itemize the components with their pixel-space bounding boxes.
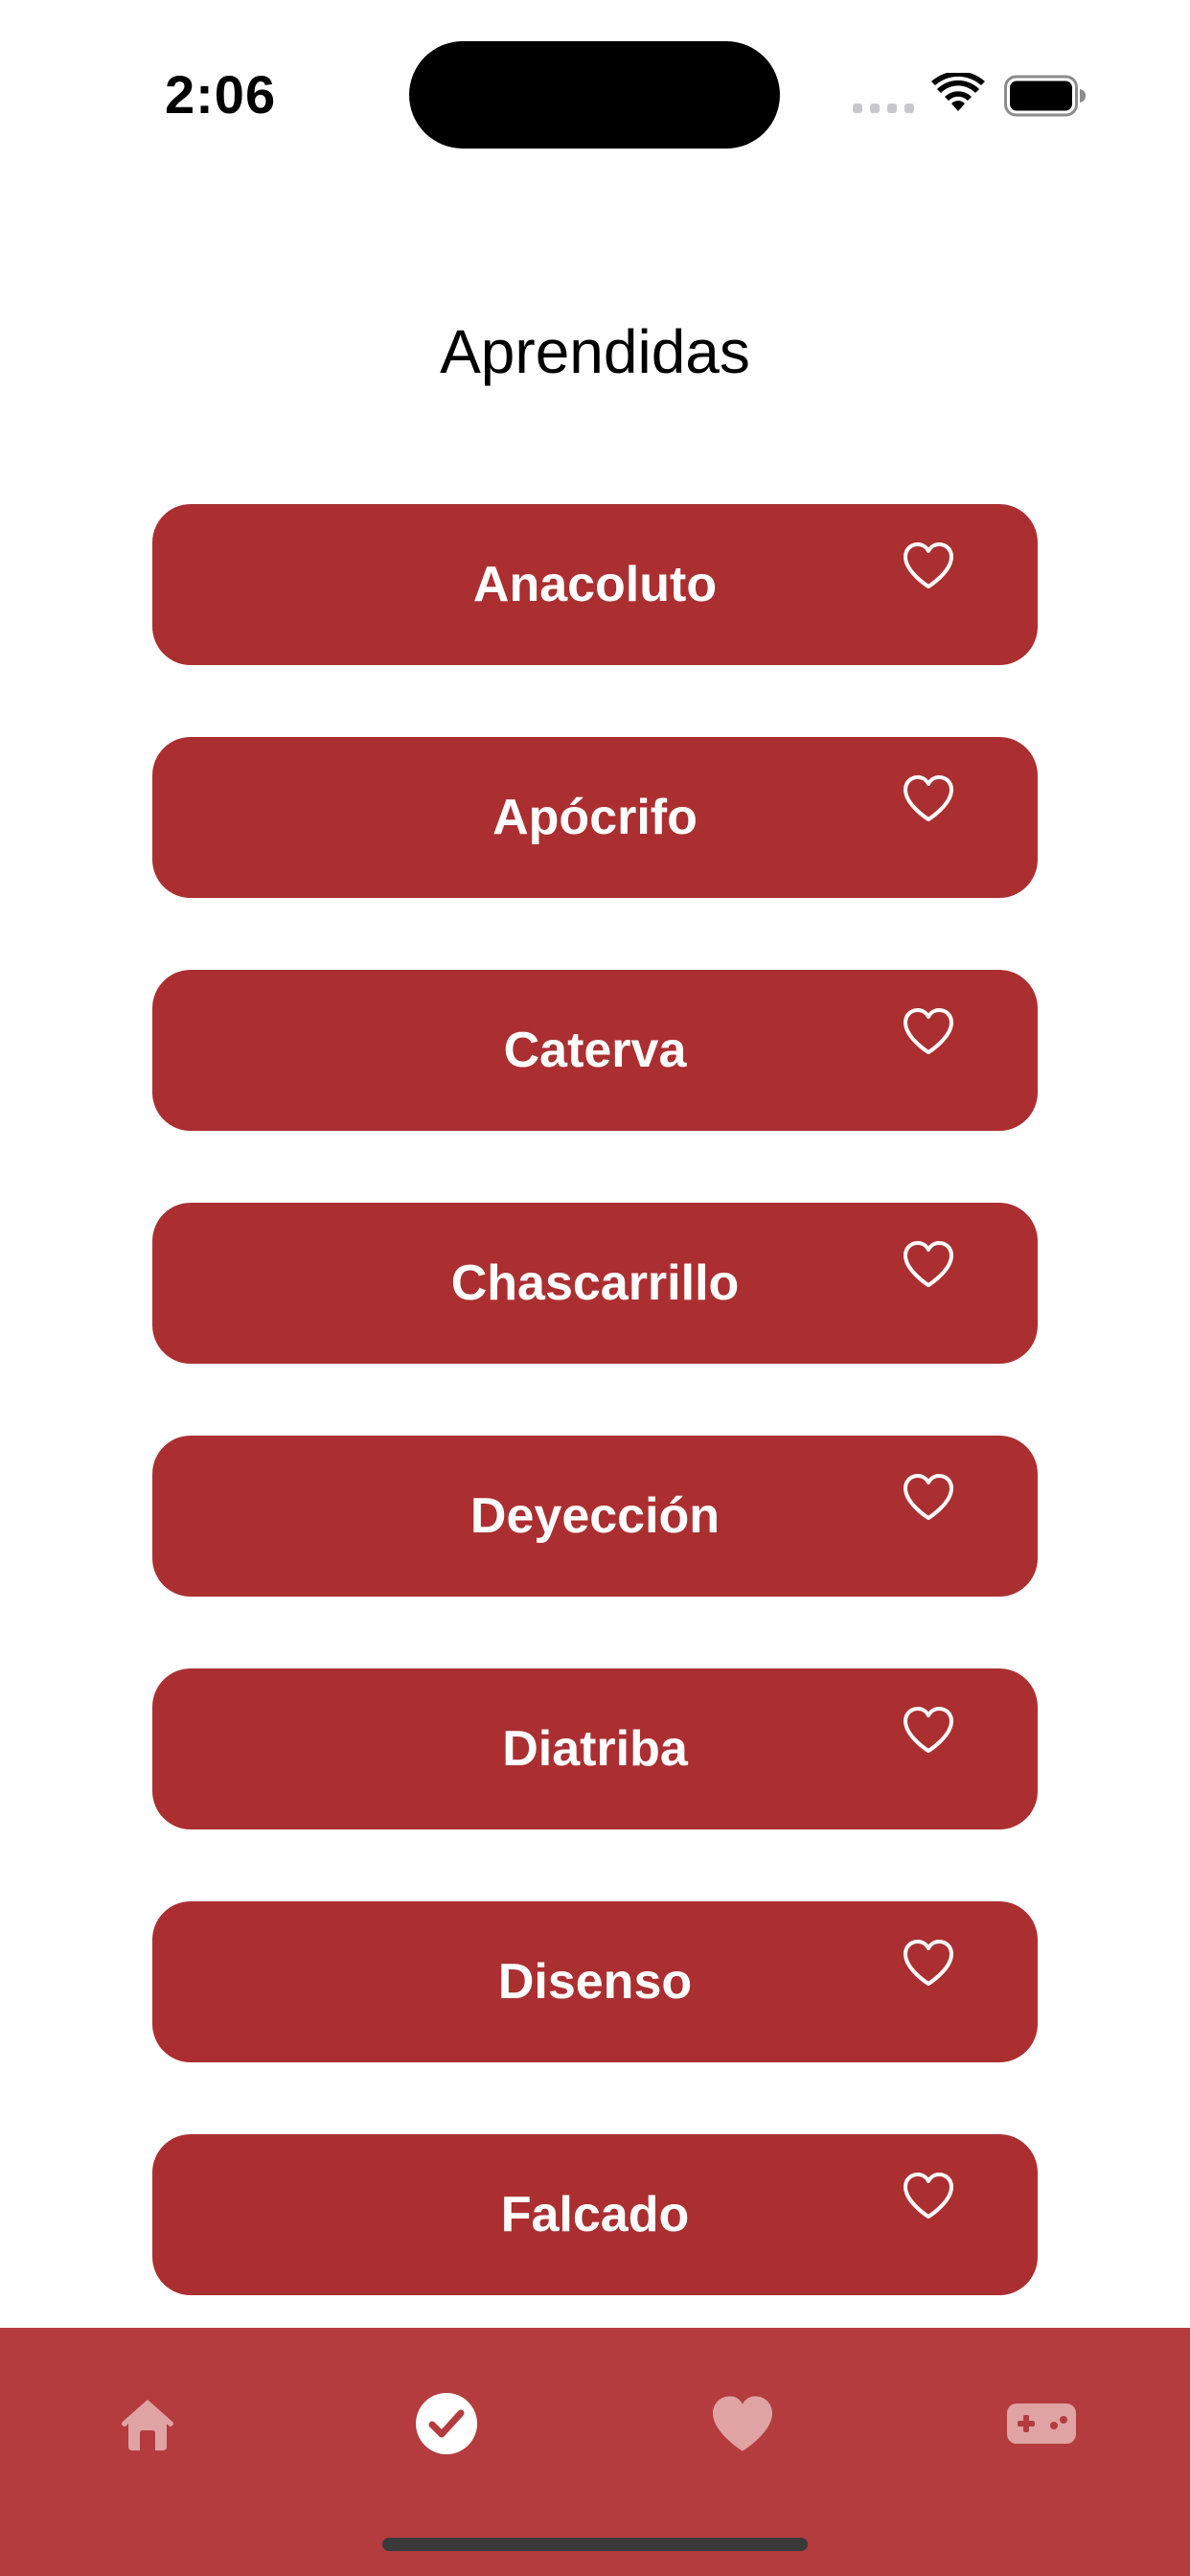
word-button-chascarrillo[interactable]: Chascarrillo <box>152 1203 1038 1364</box>
home-indicator[interactable] <box>382 2538 808 2551</box>
word-button-apocrifo[interactable]: Apócrifo <box>152 737 1038 898</box>
app-screen: 2:06 Aprendidas Anacoluto Apócrifo Cater… <box>0 0 1190 2576</box>
word-button-diatriba[interactable]: Diatriba <box>152 1668 1038 1829</box>
word-button-deyeccion[interactable]: Deyección <box>152 1436 1038 1597</box>
heart-outline-icon[interactable] <box>902 1006 955 1056</box>
home-icon <box>119 2395 176 2452</box>
wifi-icon <box>931 71 985 113</box>
status-time: 2:06 <box>165 64 277 125</box>
tab-favorites[interactable] <box>699 2385 786 2462</box>
tab-game[interactable] <box>998 2385 1085 2462</box>
word-button-falcado[interactable]: Falcado <box>152 2134 1038 2295</box>
status-bar: 2:06 <box>0 0 1190 192</box>
word-list: Anacoluto Apócrifo Caterva Chascarrillo … <box>152 504 1038 2367</box>
dynamic-island <box>409 41 780 149</box>
cellular-signal-icon <box>853 102 914 115</box>
heart-outline-icon[interactable] <box>902 1472 955 1522</box>
tab-home[interactable] <box>104 2385 191 2462</box>
heart-outline-icon[interactable] <box>902 2171 955 2220</box>
battery-icon <box>1004 75 1087 117</box>
heart-outline-icon[interactable] <box>902 540 955 590</box>
heart-outline-icon[interactable] <box>902 1239 955 1289</box>
tab-learned[interactable] <box>403 2385 490 2462</box>
heart-icon <box>710 2394 775 2453</box>
checkmark-circle-icon <box>415 2392 478 2455</box>
heart-outline-icon[interactable] <box>902 1938 955 1988</box>
word-button-disenso[interactable]: Disenso <box>152 1901 1038 2062</box>
word-button-caterva[interactable]: Caterva <box>152 970 1038 1131</box>
word-button-anacoluto[interactable]: Anacoluto <box>152 504 1038 665</box>
gamecontroller-icon <box>1006 2402 1077 2446</box>
heart-outline-icon[interactable] <box>902 773 955 823</box>
page-title: Aprendidas <box>440 317 750 386</box>
heart-outline-icon[interactable] <box>902 1705 955 1755</box>
